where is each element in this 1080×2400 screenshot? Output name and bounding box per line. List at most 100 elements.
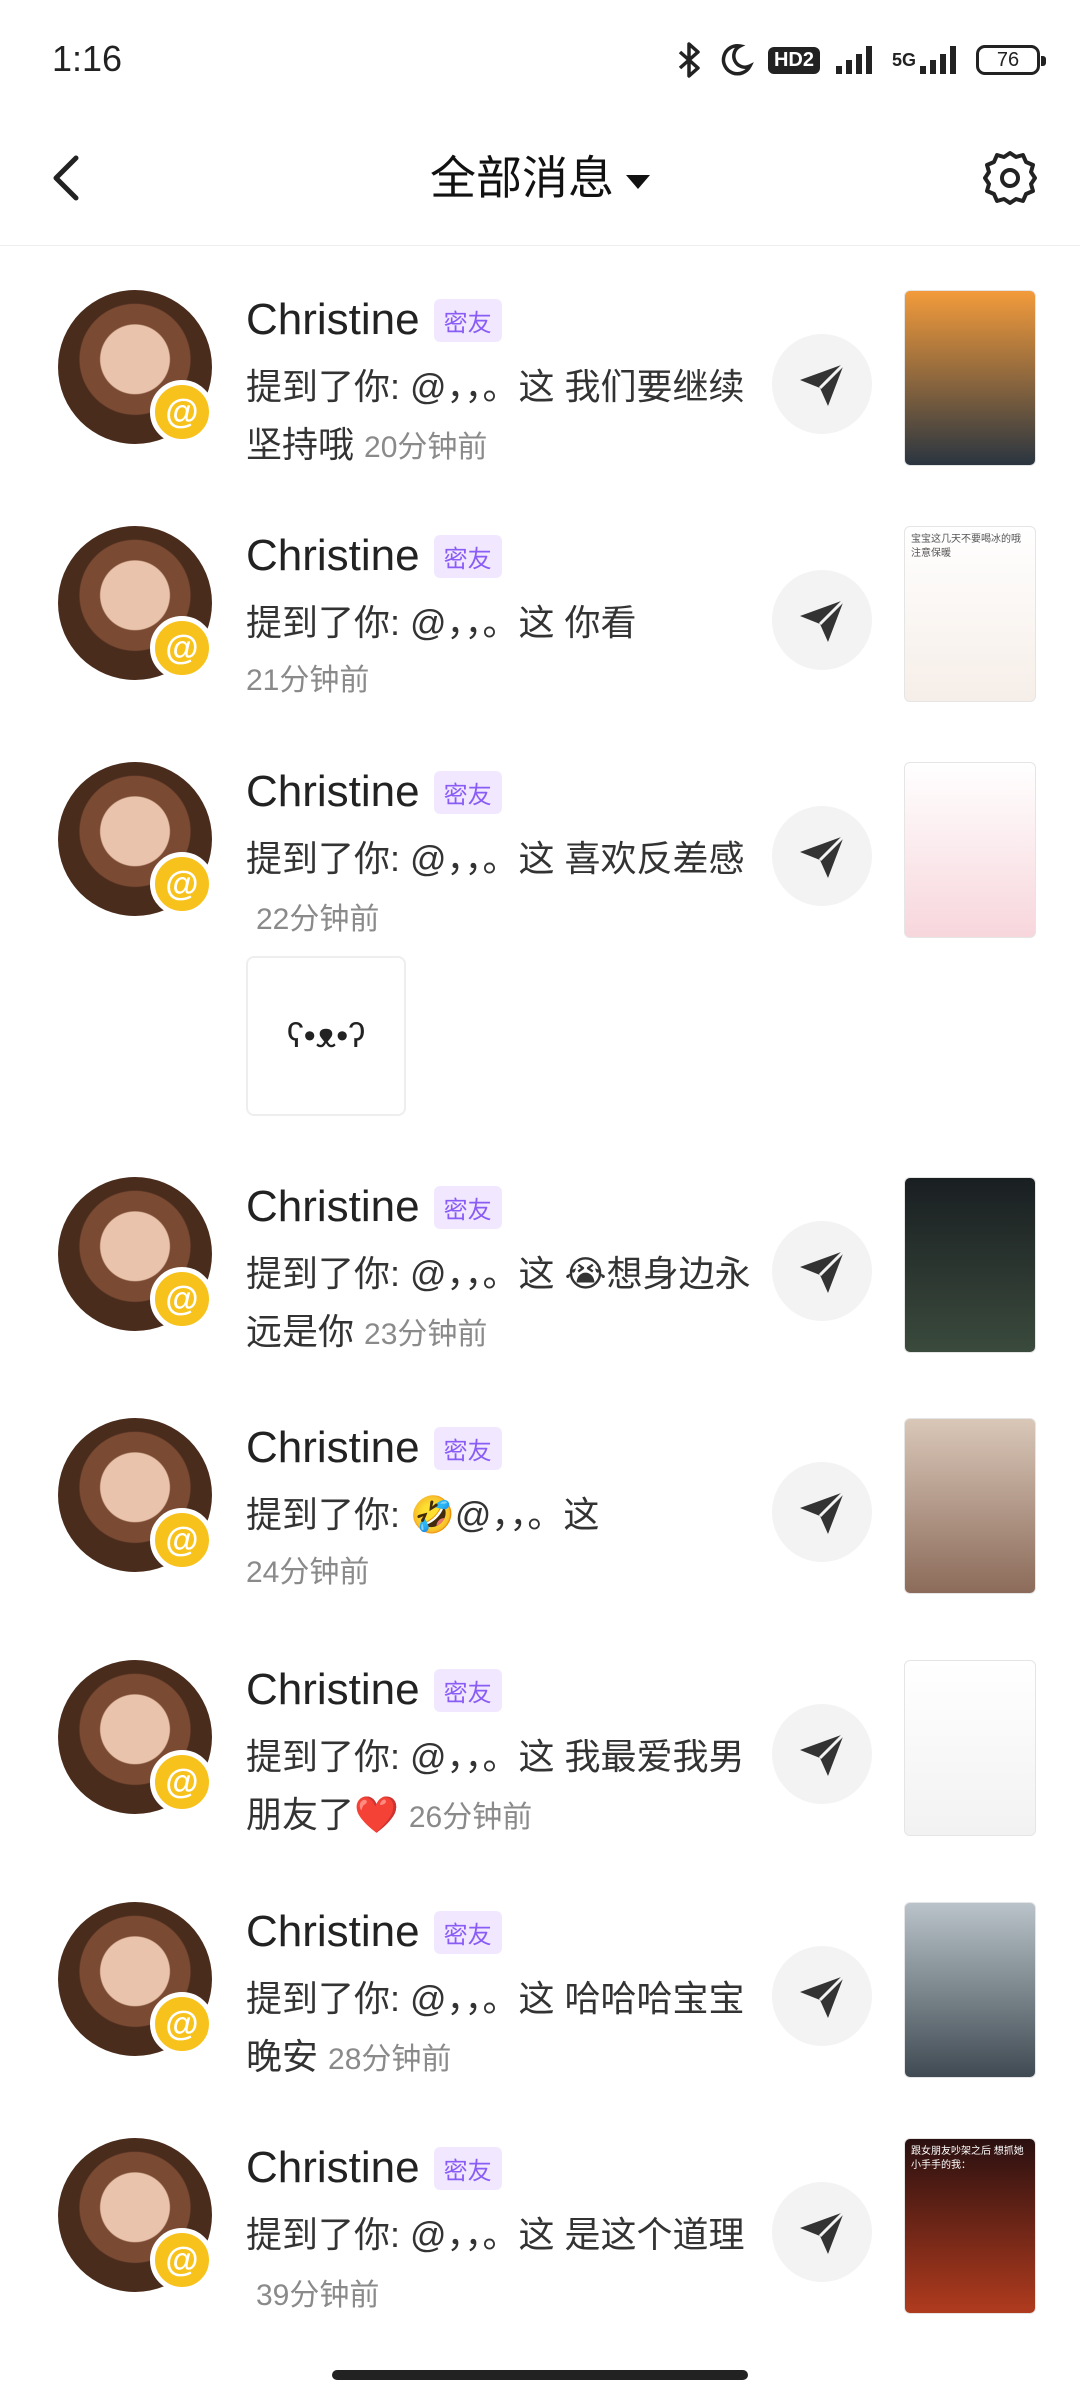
message-text: 提到了你: @，，。这 我们要继续坚持哦 20分钟前 xyxy=(246,358,766,477)
message-content: 提到了你: @，，。这 是这个道理 xyxy=(246,2214,745,2255)
send-icon xyxy=(800,1249,846,1293)
message-time: 39分钟前 xyxy=(256,2279,380,2312)
reply-button[interactable] xyxy=(772,1221,872,1321)
friend-tag: 密友 xyxy=(433,1668,502,1712)
message-content: 提到了你: 🤣@，，。这 xyxy=(246,1494,600,1535)
gear-icon xyxy=(983,151,1037,205)
post-thumbnail[interactable] xyxy=(904,1902,1036,2078)
status-bar: 1:16 HD2 5G 76 xyxy=(0,0,1080,118)
battery-icon: 76 xyxy=(976,45,1046,75)
post-thumbnail[interactable] xyxy=(904,1177,1036,1353)
avatar[interactable]: @ xyxy=(58,1418,214,1572)
sender-name[interactable]: Christine xyxy=(246,292,420,348)
network-5g-icon: 5G xyxy=(892,44,962,76)
reply-button[interactable] xyxy=(772,2182,872,2282)
reply-button[interactable] xyxy=(772,1704,872,1804)
message-time: 21分钟前 xyxy=(246,664,370,697)
avatar[interactable]: @ xyxy=(58,2138,214,2292)
hd-badge: HD2 xyxy=(767,46,820,74)
reply-button[interactable] xyxy=(772,1946,872,2046)
reply-button[interactable] xyxy=(772,334,872,434)
message-text: 提到了你: @，，。这 我最爱我男朋友了❤️ 26分钟前 xyxy=(246,1728,766,1847)
send-icon xyxy=(800,598,846,642)
thumbnail-caption: 跟女朋友吵架之后 想抓她小手手的我： xyxy=(911,2146,1024,2171)
message-content: 提到了你: @，，。这 喜欢反差感 xyxy=(246,838,745,879)
sender-name[interactable]: Christine xyxy=(246,1179,420,1235)
message-text: 提到了你: @，，。这 哈哈哈宝宝晚安 28分钟前 xyxy=(246,1970,766,2089)
mention-badge-icon: @ xyxy=(150,1508,214,1572)
home-indicator[interactable] xyxy=(332,2370,748,2380)
message-item[interactable]: @ Christine 密友提到了你: @，，。这 喜欢反差感 22分钟前 ʕ•ᴥ•ʔ xyxy=(0,762,1080,1116)
message-item[interactable]: @ Christine 密友提到了你: @，，。这 我最爱我男朋友了❤️ 26分钟前 xyxy=(0,1660,1080,1860)
post-thumbnail[interactable] xyxy=(904,1418,1036,1594)
send-icon xyxy=(800,2210,846,2254)
post-thumbnail[interactable] xyxy=(904,762,1036,938)
send-icon xyxy=(800,362,846,406)
mention-badge-icon: @ xyxy=(150,1750,214,1814)
sender-name[interactable]: Christine xyxy=(246,1904,420,1960)
avatar[interactable]: @ xyxy=(58,290,214,444)
message-item[interactable]: @ Christine 密友提到了你: 🤣@，，。这 24分钟前 xyxy=(0,1418,1080,1618)
sender-name[interactable]: Christine xyxy=(246,764,420,820)
name-row: Christine 密友 xyxy=(246,1179,502,1235)
avatar[interactable]: @ xyxy=(58,1177,214,1331)
mention-badge-icon: @ xyxy=(150,1267,214,1331)
message-text: 提到了你: @，，。这 😭想身边永远是你 23分钟前 xyxy=(246,1245,766,1364)
send-icon xyxy=(800,1732,846,1776)
message-content: 提到了你: @，，。这 我们要继续坚持哦 xyxy=(246,366,745,465)
message-content: 提到了你: @，，。这 😭想身边永远是你 xyxy=(246,1253,751,1352)
message-item[interactable]: @ Christine 密友提到了你: @，，。这 😭想身边永远是你 23分钟前 xyxy=(0,1177,1080,1377)
name-row: Christine 密友 xyxy=(246,2140,502,2196)
message-item[interactable]: @ Christine 密友提到了你: @，，。这 哈哈哈宝宝晚安 28分钟前 xyxy=(0,1902,1080,2102)
page-title: 全部消息 xyxy=(430,152,614,204)
messages-filter-dropdown[interactable]: 全部消息 xyxy=(0,148,1080,208)
post-thumbnail[interactable]: 宝宝这几天不要喝冰的哦 注意保暖 xyxy=(904,526,1036,702)
battery-level: 76 xyxy=(996,48,1020,71)
post-thumbnail[interactable] xyxy=(904,290,1036,466)
message-time: 26分钟前 xyxy=(408,1801,533,1834)
send-icon xyxy=(800,1974,846,2018)
sender-name[interactable]: Christine xyxy=(246,1420,420,1476)
friend-tag: 密友 xyxy=(433,298,502,342)
message-time: 24分钟前 xyxy=(246,1556,370,1589)
name-row: Christine 密友 xyxy=(246,1420,502,1476)
message-time: 28分钟前 xyxy=(328,2043,452,2076)
avatar[interactable]: @ xyxy=(58,526,214,680)
message-text: 提到了你: @，，。这 喜欢反差感 22分钟前 xyxy=(246,830,766,949)
message-time: 22分钟前 xyxy=(256,903,380,936)
mention-badge-icon: @ xyxy=(150,616,214,680)
sender-name[interactable]: Christine xyxy=(246,1662,420,1718)
message-item[interactable]: @ Christine 密友提到了你: @，，。这 你看 21分钟前 宝宝这几天不要喝冰… xyxy=(0,526,1080,726)
message-text: 提到了你: @，，。这 你看 21分钟前 xyxy=(246,594,766,710)
mention-badge-icon: @ xyxy=(150,1992,214,2056)
message-content: 提到了你: @，，。这 哈哈哈宝宝晚安 xyxy=(246,1978,745,2077)
avatar[interactable]: @ xyxy=(58,1660,214,1814)
post-thumbnail[interactable] xyxy=(904,1660,1036,1836)
avatar[interactable]: @ xyxy=(58,1902,214,2056)
friend-tag: 密友 xyxy=(433,1910,502,1954)
reply-button[interactable] xyxy=(772,806,872,906)
friend-tag: 密友 xyxy=(433,534,502,578)
sender-name[interactable]: Christine xyxy=(246,528,420,584)
settings-button[interactable] xyxy=(978,146,1042,210)
reply-button[interactable] xyxy=(772,570,872,670)
reply-button[interactable] xyxy=(772,1462,872,1562)
sender-name[interactable]: Christine xyxy=(246,2140,420,2196)
caret-down-icon xyxy=(626,174,650,189)
name-row: Christine 密友 xyxy=(246,1904,502,1960)
message-content: 提到了你: @，，。这 你看 xyxy=(246,602,637,643)
send-icon xyxy=(800,834,846,878)
avatar[interactable]: @ xyxy=(58,762,214,916)
post-thumbnail[interactable]: 跟女朋友吵架之后 想抓她小手手的我： xyxy=(904,2138,1036,2314)
mention-badge-icon: @ xyxy=(150,852,214,916)
sticker-attachment[interactable]: ʕ•ᴥ•ʔ xyxy=(246,956,406,1116)
name-row: Christine 密友 xyxy=(246,764,502,820)
friend-tag: 密友 xyxy=(433,1185,502,1229)
moon-icon xyxy=(718,42,754,78)
thumbnail-caption: 宝宝这几天不要喝冰的哦 注意保暖 xyxy=(911,534,1021,559)
bear-sticker-icon: ʕ•ᴥ•ʔ xyxy=(286,1016,366,1055)
send-icon xyxy=(800,1490,846,1534)
message-item[interactable]: @ Christine 密友提到了你: @，，。这 是这个道理 39分钟前 跟女朋友吵架… xyxy=(0,2138,1080,2338)
friend-tag: 密友 xyxy=(433,1426,502,1470)
message-item[interactable]: @ Christine 密友提到了你: @，，。这 我们要继续坚持哦 20分钟前 xyxy=(0,290,1080,490)
